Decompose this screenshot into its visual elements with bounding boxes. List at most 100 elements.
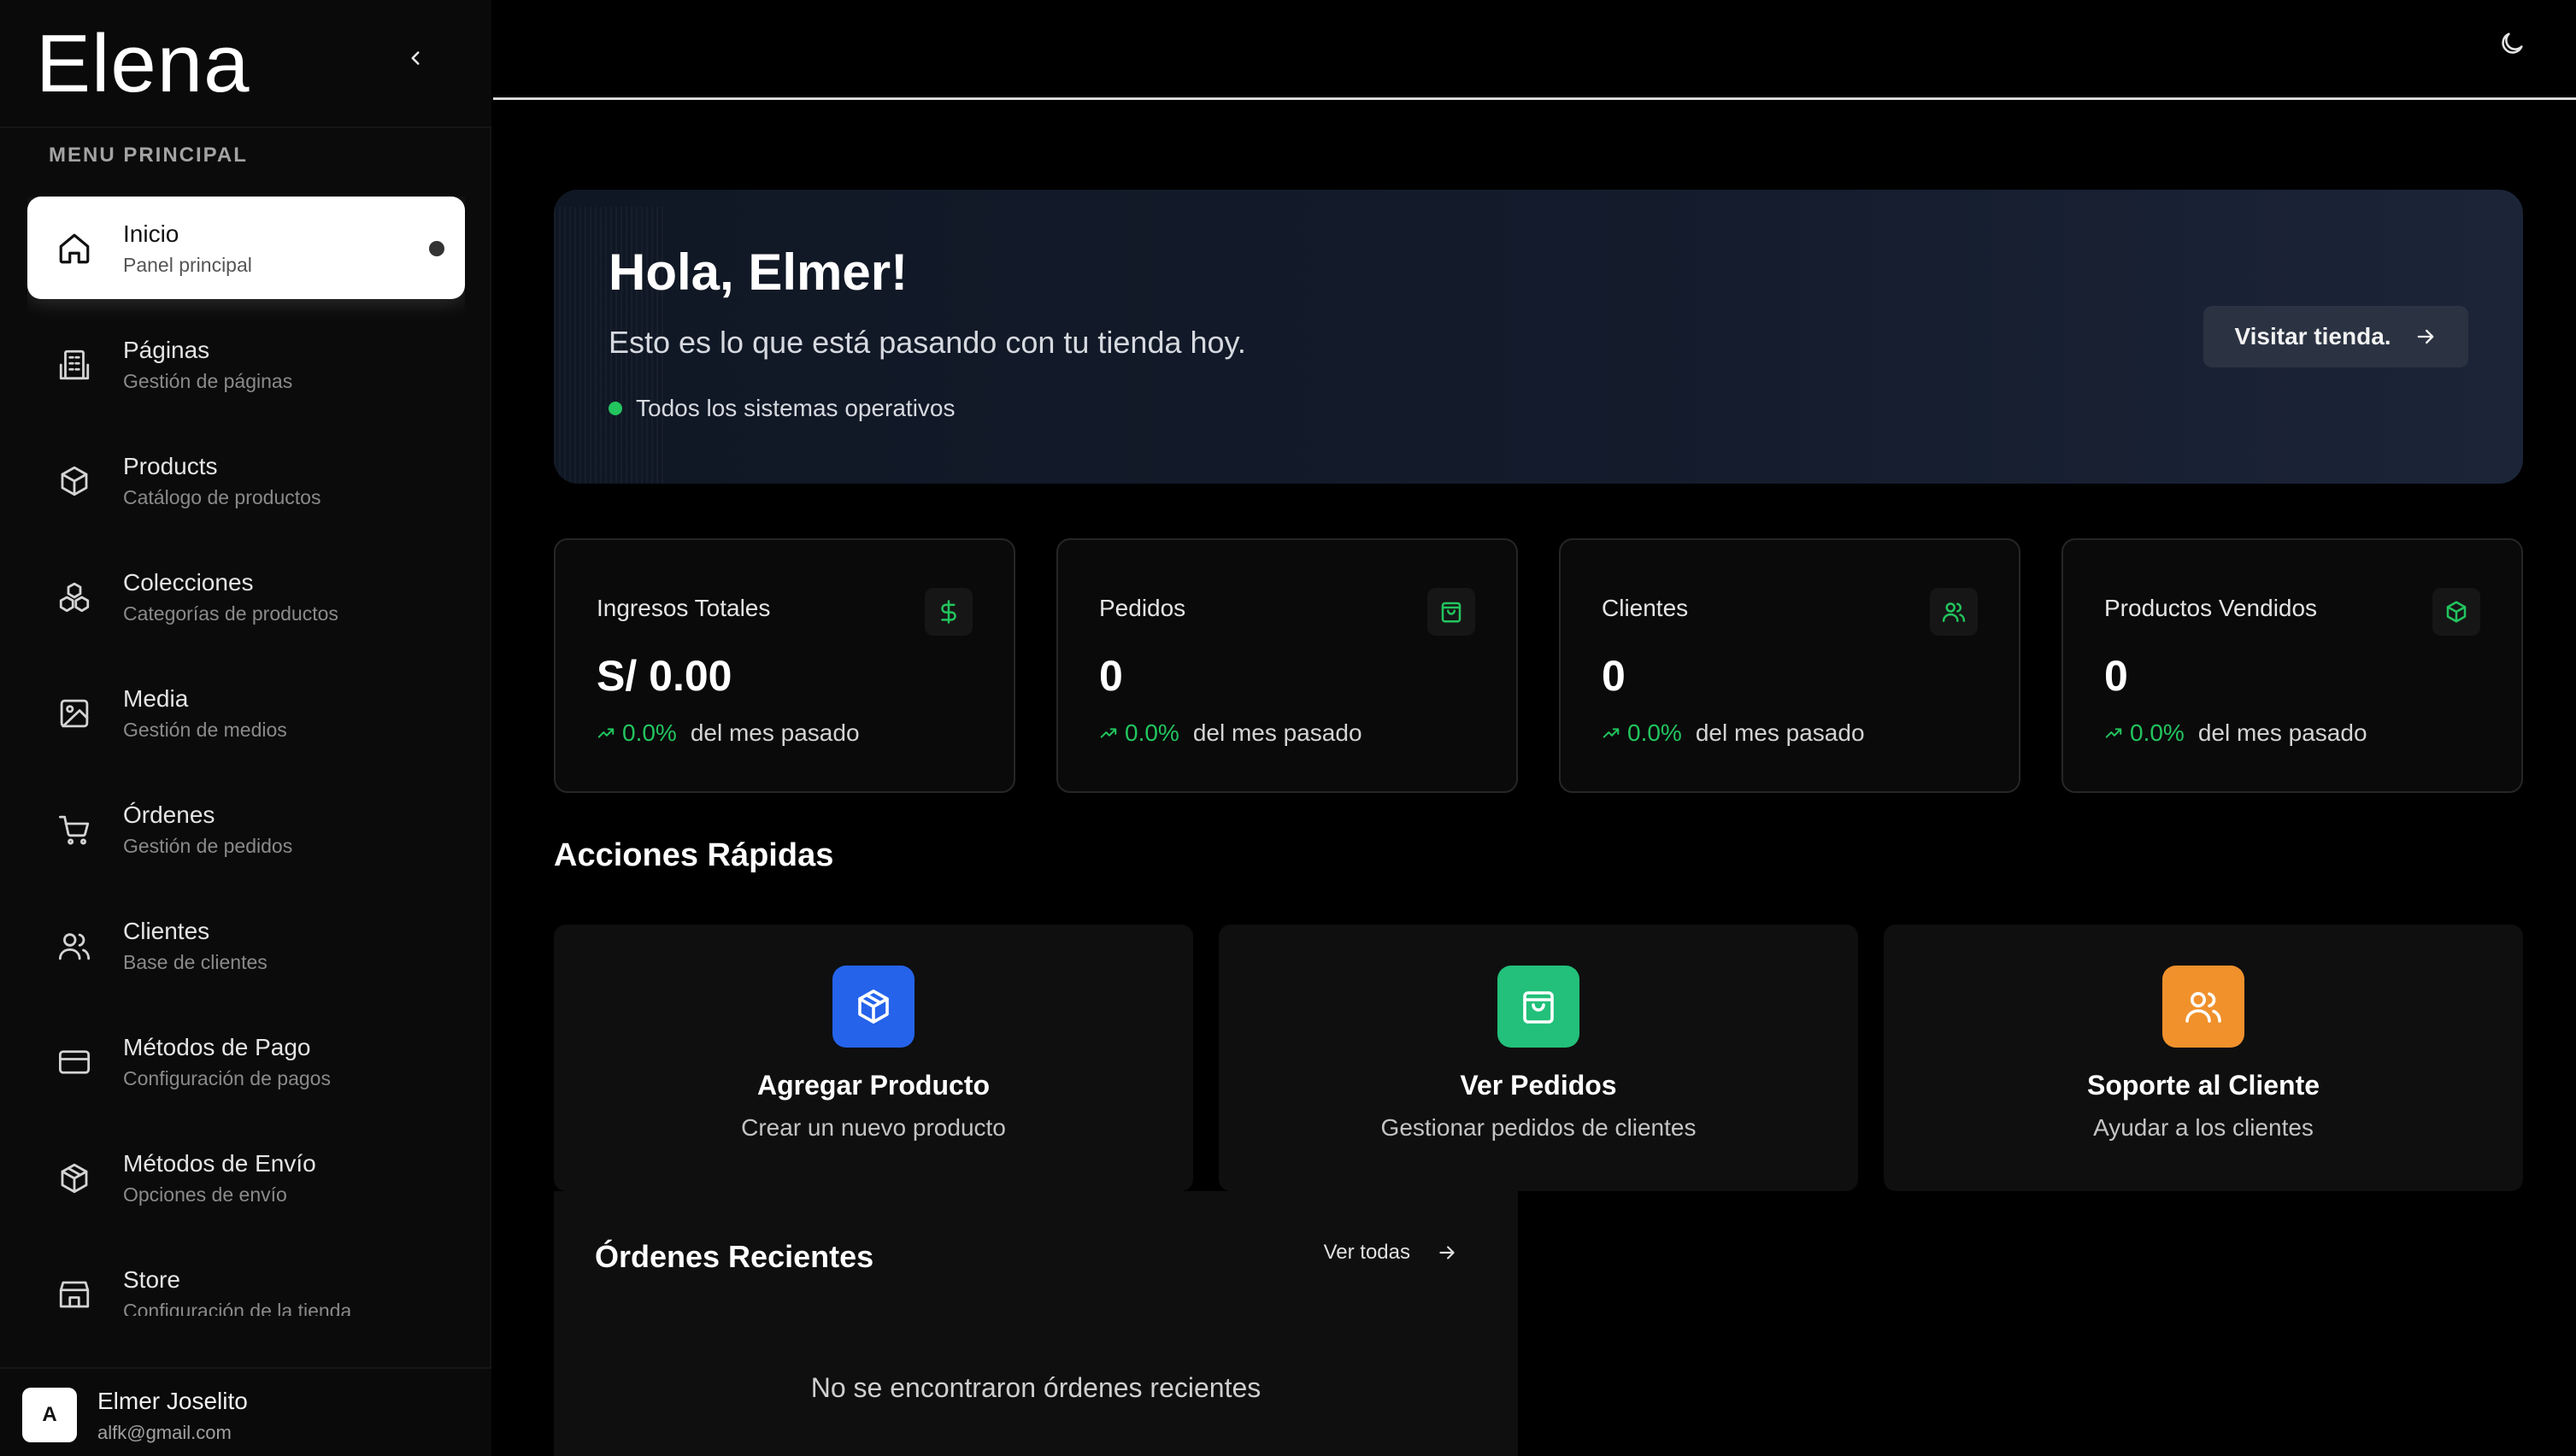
stat-value: S/ 0.00: [597, 652, 732, 700]
sidebar-item-inicio[interactable]: Inicio Panel principal: [27, 197, 465, 299]
stat-trend: 0.0% del mes pasado: [2104, 719, 2367, 747]
visit-store-button[interactable]: Visitar tienda.: [2203, 306, 2468, 367]
sidebar-item-metodos-envio[interactable]: Métodos de Envío Opciones de envío: [27, 1126, 465, 1229]
stat-title: Pedidos: [1099, 595, 1186, 621]
arrow-right-icon: [2414, 325, 2438, 349]
stat-card-clientes: Clientes 0 0.0% del mes pasado: [1559, 538, 2020, 793]
sidebar-item-label: Páginas: [123, 337, 210, 363]
quick-action-title: Agregar Producto: [756, 1070, 991, 1101]
sidebar-item-sub: Configuración de pagos: [123, 1067, 331, 1089]
stat-title: Clientes: [1602, 595, 1689, 621]
stat-value: 0: [2104, 652, 2128, 700]
see-all-label: Ver todas: [1323, 1241, 1410, 1264]
stat-value: 0: [1099, 652, 1123, 700]
boxes-icon: [59, 582, 90, 613]
brand-logo[interactable]: Elena: [36, 17, 250, 111]
package-icon: [832, 966, 915, 1048]
trending-up-icon: [2105, 728, 2122, 738]
recent-orders-title: Órdenes Recientes: [595, 1239, 874, 1274]
store-icon: [59, 1281, 90, 1308]
sidebar-item-label: Métodos de Envío: [123, 1150, 316, 1177]
menu-section-title: MENU PRINCIPAL: [49, 144, 248, 167]
quick-action-sub: Ayudar a los clientes: [2093, 1114, 2314, 1141]
see-all-orders-link[interactable]: Ver todas: [1324, 1241, 1458, 1265]
stat-card-ingresos: Ingresos Totales S/ 0.00 0.0% del mes pa…: [554, 538, 1015, 793]
shopping-bag-icon: [1497, 966, 1579, 1048]
status-text: Todos los sistemas operativos: [636, 395, 956, 421]
stat-since: del mes pasado: [1192, 719, 1362, 746]
stat-since: del mes pasado: [690, 719, 860, 746]
visit-store-label: Visitar tienda.: [2234, 323, 2391, 349]
package-icon: [61, 1163, 88, 1194]
sidebar-item-sub: Gestión de pedidos: [123, 835, 293, 857]
image-icon: [60, 699, 89, 728]
package-icon: [2432, 588, 2480, 636]
sidebar-item-sub: Categorías de productos: [123, 602, 338, 625]
sidebar-item-sub: Gestión de medios: [123, 719, 287, 741]
sidebar-item-clientes[interactable]: Clientes Base de clientes: [27, 894, 465, 996]
sidebar-item-ordenes[interactable]: Órdenes Gestión de pedidos: [27, 778, 465, 880]
sidebar-item-label: Inicio: [123, 220, 179, 247]
home-icon: [59, 233, 90, 264]
collapse-sidebar-button[interactable]: [395, 38, 436, 79]
theme-toggle-button[interactable]: [2497, 29, 2532, 63]
sidebar-item-metodos-pago[interactable]: Métodos de Pago Configuración de pagos: [27, 1010, 465, 1113]
stat-card-productos-vendidos: Productos Vendidos 0 0.0% del mes pasado: [2061, 538, 2523, 793]
sidebar-item-label: Media: [123, 685, 189, 712]
welcome-banner: Hola, Elmer! Esto es lo que está pasando…: [554, 190, 2523, 484]
empty-orders-message: No se encontraron órdenes recientes: [810, 1372, 1262, 1403]
quick-action-view-orders[interactable]: Ver Pedidos Gestionar pedidos de cliente…: [1219, 925, 1858, 1191]
sidebar-item-sub: Gestión de páginas: [123, 370, 293, 392]
package-icon: [61, 466, 88, 496]
sidebar-item-paginas[interactable]: Páginas Gestión de páginas: [27, 313, 465, 415]
trending-up-icon: [1603, 728, 1620, 738]
sidebar-item-sub: Base de clientes: [123, 951, 268, 973]
sidebar-item-media[interactable]: Media Gestión de medios: [27, 661, 465, 764]
recent-orders-panel: Órdenes Recientes Ver todas No se encont…: [554, 1191, 1518, 1456]
sidebar: Elena MENU PRINCIPAL Inicio Panel princi…: [0, 0, 491, 1456]
quick-action-title: Ver Pedidos: [1460, 1070, 1617, 1101]
users-icon: [1930, 588, 1978, 636]
quick-action-sub: Gestionar pedidos de clientes: [1380, 1114, 1697, 1141]
top-bar: [493, 0, 2576, 100]
sidebar-item-sub: Panel principal: [123, 254, 252, 276]
moon-icon: [2502, 32, 2523, 54]
chevron-left-icon: [411, 51, 420, 65]
quick-action-customer-support[interactable]: Soporte al Cliente Ayudar a los clientes: [1884, 925, 2523, 1191]
status-dot: [609, 402, 622, 415]
stat-title: Productos Vendidos: [2104, 595, 2318, 621]
stat-trend: 0.0% del mes pasado: [597, 719, 860, 747]
stat-percentage: 0.0%: [2130, 719, 2185, 746]
users-icon: [58, 933, 91, 960]
sidebar-item-store[interactable]: Store Configuración de la tienda: [27, 1242, 465, 1316]
trending-up-icon: [597, 728, 615, 738]
sidebar-item-label: Órdenes: [123, 801, 215, 828]
stat-trend: 0.0% del mes pasado: [1099, 719, 1362, 747]
trending-up-icon: [1100, 728, 1117, 738]
system-status: Todos los sistemas operativos: [609, 395, 956, 422]
users-icon: [2162, 966, 2244, 1048]
cart-icon: [58, 815, 90, 845]
stat-title: Ingresos Totales: [597, 595, 771, 621]
sidebar-item-sub: Catálogo de productos: [123, 486, 321, 508]
quick-action-add-product[interactable]: Agregar Producto Crear un nuevo producto: [554, 925, 1193, 1191]
avatar: A: [22, 1388, 77, 1442]
sidebar-item-label: Colecciones: [123, 569, 254, 596]
sidebar-item-sub: Configuración de la tienda: [123, 1300, 352, 1316]
stat-percentage: 0.0%: [1125, 719, 1179, 746]
stat-card-pedidos: Pedidos 0 0.0% del mes pasado: [1056, 538, 1518, 793]
dollar-icon: [925, 588, 973, 636]
user-email: alfk@gmail.com: [97, 1422, 232, 1443]
sidebar-item-colecciones[interactable]: Colecciones Categorías de productos: [27, 545, 465, 648]
quick-action-title: Soporte al Cliente: [2086, 1070, 2320, 1101]
sidebar-item-label: Products: [123, 453, 218, 479]
credit-card-icon: [58, 1050, 91, 1074]
sidebar-item-label: Métodos de Pago: [123, 1034, 311, 1060]
welcome-title: Hola, Elmer!: [609, 244, 909, 301]
sidebar-item-products[interactable]: Products Catálogo de productos: [27, 429, 465, 531]
shopping-bag-icon: [1427, 588, 1475, 636]
sidebar-item-label: Store: [123, 1266, 180, 1293]
stat-since: del mes pasado: [1695, 719, 1865, 746]
quick-actions-title: Acciones Rápidas: [554, 837, 834, 873]
user-profile[interactable]: A Elmer Joselito alfk@gmail.com: [0, 1367, 491, 1456]
